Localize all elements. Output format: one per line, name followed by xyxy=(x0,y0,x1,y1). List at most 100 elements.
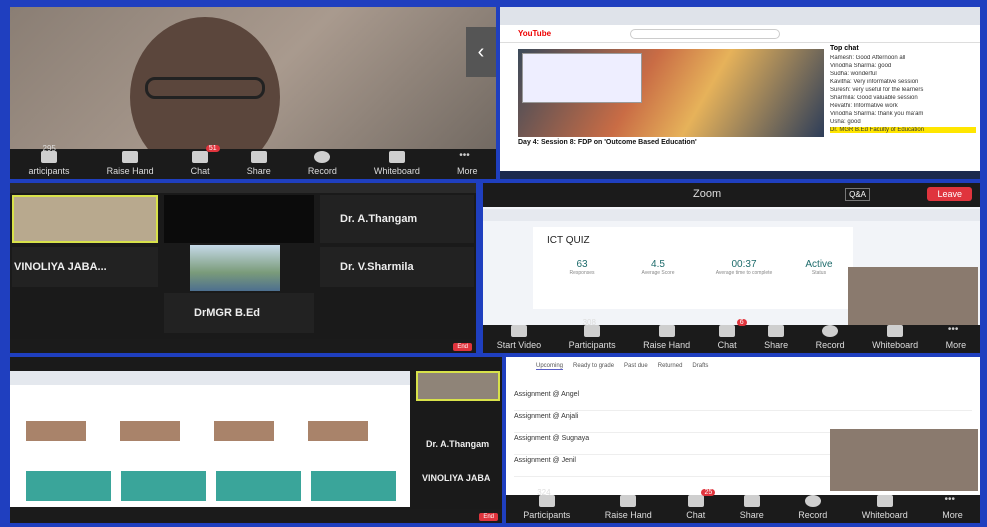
video-tile: DrMGR B.Ed xyxy=(164,293,314,333)
participant-name: Dr. V.Sharmila xyxy=(340,261,414,273)
video-player[interactable] xyxy=(518,49,824,137)
stat-label: Responses xyxy=(569,270,595,276)
stat-value: 4.5 xyxy=(651,259,665,270)
chat-message: Kavitha: Very informative session xyxy=(830,79,919,85)
youtube-logo[interactable]: YouTube xyxy=(518,29,551,38)
video-title: Day 4: Session 8: FDP on 'Outcome Based … xyxy=(518,139,697,146)
video-tile: VINOLIYA JABA... xyxy=(12,247,158,287)
raise-hand-button[interactable]: Raise Hand xyxy=(107,151,154,176)
record-button[interactable]: Record xyxy=(798,495,827,520)
assignment-title: Assignment @ Angel xyxy=(514,391,580,398)
tab-drafts[interactable]: Drafts xyxy=(692,363,708,370)
raise-hand-button[interactable]: Raise Hand xyxy=(605,495,652,520)
more-button[interactable]: ••• More xyxy=(942,495,963,521)
leave-button[interactable]: Leave xyxy=(927,187,972,201)
chat-message: Revathi: Informative work xyxy=(830,103,898,109)
zoom-toolbar xyxy=(10,339,476,353)
tile-shared-screen: Dr. A.Thangam VINOLIYA JABA End xyxy=(10,357,502,523)
tile-assignments: Upcoming Ready to grade Past due Returne… xyxy=(506,357,980,523)
stat-value: 00:37 xyxy=(731,259,757,270)
more-button[interactable]: ••• More xyxy=(946,325,967,351)
youtube-header: YouTube xyxy=(500,25,980,43)
forms-toolbar xyxy=(483,209,980,221)
participant-name: Dr. A.Thangam xyxy=(426,439,490,449)
speaker-glasses xyxy=(145,77,265,99)
share-button[interactable]: Share xyxy=(764,325,788,350)
record-button[interactable]: Record xyxy=(816,325,845,350)
chat-button[interactable]: 25 Chat xyxy=(686,489,716,520)
tile-gallery-view: Dr. A.Thangam VINOLIYA JABA... Dr. V.Sha… xyxy=(10,183,476,353)
start-video-button[interactable]: Start Video xyxy=(497,325,541,350)
stat-label: Average time to complete xyxy=(715,270,773,276)
presenter-video xyxy=(848,267,978,325)
gallery-top-bar xyxy=(10,183,476,193)
chat-button[interactable]: 51 Chat xyxy=(191,145,220,176)
whiteboard-button[interactable]: Whiteboard xyxy=(872,325,918,350)
record-button[interactable]: Record xyxy=(308,151,337,176)
tab-past-due[interactable]: Past due xyxy=(624,363,648,370)
video-landscape xyxy=(190,245,280,291)
top-chat-label: Top chat xyxy=(830,45,859,52)
video-black xyxy=(164,195,314,243)
participant-name: VINOLIYA JABA... xyxy=(14,261,107,273)
video-tile: Dr. A.Thangam xyxy=(320,195,474,243)
stat: 63 Responses xyxy=(547,259,617,276)
teal-cards xyxy=(26,471,396,501)
participants-button[interactable]: 324 Participants xyxy=(523,488,570,520)
video-tile: Dr. V.Sharmila xyxy=(320,247,474,287)
chat-message: Suresh: very useful for the learners xyxy=(830,87,924,93)
zoom-title-bar: Zoom Q&A Leave xyxy=(483,183,980,207)
tile-youtube-browser: YouTube Day 4: Session 8: FDP on 'Outcom… xyxy=(500,7,980,179)
stat-value: Active xyxy=(805,259,833,270)
shared-browser xyxy=(10,371,410,507)
assignment-tabs: Upcoming Ready to grade Past due Returne… xyxy=(536,363,708,370)
assignment-row[interactable]: Assignment @ Angel xyxy=(514,391,972,411)
zoom-title: Zoom xyxy=(693,188,722,200)
collapse-arrow-button[interactable]: ‹ xyxy=(466,27,496,77)
qa-button[interactable]: Q&A xyxy=(845,188,870,201)
stat-label: Average Score xyxy=(641,270,675,276)
zoom-toolbar xyxy=(10,509,502,523)
browser-header xyxy=(10,371,410,385)
more-button[interactable]: ••• More xyxy=(457,151,478,177)
chat-message: Sharmila: Good valuable session xyxy=(830,95,918,101)
chat-button[interactable]: 6 Chat xyxy=(718,319,747,350)
participant-name: DrMGR B.Ed xyxy=(194,307,260,319)
youtube-search-input[interactable] xyxy=(630,29,780,39)
zoom-toolbar: 295 articipants Raise Hand 51 Chat Share R… xyxy=(10,144,496,179)
browser-tabbar xyxy=(500,7,980,25)
taskbar xyxy=(500,171,980,179)
end-button[interactable]: End xyxy=(453,343,472,351)
assignment-title: Assignment @ Anjali xyxy=(514,413,579,420)
chat-highlight: Dr. MGR B.Ed Faculty of Education xyxy=(830,127,976,133)
chat-message: Vinodha Sharma: good xyxy=(830,63,892,69)
participants-button[interactable]: 308 Participants xyxy=(569,318,616,350)
participant-name: VINOLIYA JABA xyxy=(422,473,491,483)
stat: 4.5 Average Score xyxy=(623,259,693,276)
quiz-card: ICT QUIZ 63 Responses 4.5 Average Score … xyxy=(533,227,853,309)
assignment-title: Assignment @ Jenil xyxy=(514,457,576,464)
shared-window xyxy=(522,53,642,103)
stat-label: Status xyxy=(811,270,827,276)
presenter-video xyxy=(830,429,978,491)
video-thumbnail xyxy=(12,195,158,243)
participant-name: Dr. A.Thangam xyxy=(340,213,418,225)
quiz-title: ICT QUIZ xyxy=(547,235,590,246)
zoom-toolbar: Start Video 308 Participants Raise Hand 6… xyxy=(483,318,980,353)
zoom-toolbar: 324 Participants Raise Hand 25 Chat Share … xyxy=(506,488,980,523)
participants-button[interactable]: 295 articipants xyxy=(29,144,70,176)
chat-message: Vinodha Sharma: thank you ma'am xyxy=(830,111,924,117)
tab-upcoming[interactable]: Upcoming xyxy=(536,363,564,370)
assignment-title: Assignment @ Sugnaya xyxy=(514,435,590,442)
end-button[interactable]: End xyxy=(479,513,498,521)
raise-hand-button[interactable]: Raise Hand xyxy=(643,325,690,350)
chat-message: Sudha: wonderful xyxy=(830,71,877,77)
tile-speaker-video: ‹ 295 articipants Raise Hand 51 Chat Share… xyxy=(10,7,496,179)
tile-quiz-share: Zoom Q&A Leave ICT QUIZ 63 Responses 4.5… xyxy=(483,183,980,353)
tab-ready-to-grade[interactable]: Ready to grade xyxy=(573,363,614,370)
share-button[interactable]: Share xyxy=(247,151,271,176)
tab-returned[interactable]: Returned xyxy=(658,363,683,370)
share-button[interactable]: Share xyxy=(740,495,764,520)
whiteboard-button[interactable]: Whiteboard xyxy=(862,495,908,520)
whiteboard-button[interactable]: Whiteboard xyxy=(374,151,420,176)
